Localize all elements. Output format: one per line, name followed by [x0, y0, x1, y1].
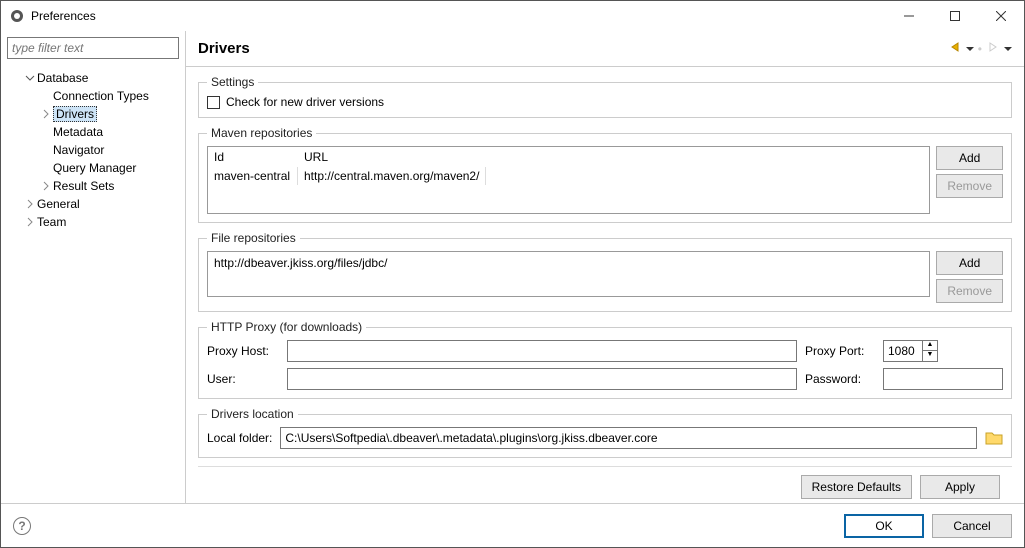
- footer: ? OK Cancel: [1, 503, 1024, 547]
- nav-back-icon[interactable]: [948, 40, 962, 57]
- chevron-right-icon[interactable]: [39, 109, 53, 119]
- chevron-right-icon[interactable]: [23, 199, 37, 209]
- check-new-versions-label: Check for new driver versions: [226, 95, 384, 109]
- proxy-host-input[interactable]: [287, 340, 797, 362]
- preferences-tree: Database Connection Types Drivers Metada…: [1, 65, 185, 235]
- proxy-port-label: Proxy Port:: [805, 344, 875, 358]
- window-title: Preferences: [31, 9, 886, 23]
- sidebar: Database Connection Types Drivers Metada…: [1, 31, 186, 503]
- maven-add-button[interactable]: Add: [936, 146, 1003, 170]
- nav-forward-menu-icon[interactable]: [1004, 42, 1012, 56]
- minimize-button[interactable]: [886, 1, 932, 31]
- close-button[interactable]: [978, 1, 1024, 31]
- maximize-button[interactable]: [932, 1, 978, 31]
- cancel-button[interactable]: Cancel: [932, 514, 1012, 538]
- nav-forward-icon[interactable]: [986, 40, 1000, 57]
- tree-item-result-sets[interactable]: Result Sets: [5, 177, 185, 195]
- files-remove-button[interactable]: Remove: [936, 279, 1003, 303]
- tree-item-query-manager[interactable]: Query Manager: [5, 159, 185, 177]
- tree-item-connection-types[interactable]: Connection Types: [5, 87, 185, 105]
- proxy-password-label: Password:: [805, 372, 875, 386]
- tree-item-drivers[interactable]: Drivers: [5, 105, 185, 123]
- nav-back-menu-icon[interactable]: [966, 42, 974, 56]
- proxy-user-input[interactable]: [287, 368, 797, 390]
- table-row[interactable]: maven-central http://central.maven.org/m…: [208, 167, 929, 185]
- apply-button[interactable]: Apply: [920, 475, 1000, 499]
- ok-button[interactable]: OK: [844, 514, 924, 538]
- files-add-button[interactable]: Add: [936, 251, 1003, 275]
- main-panel: Drivers • Settings Check for new driver …: [186, 31, 1024, 503]
- maven-col-url: URL: [298, 147, 334, 167]
- local-folder-label: Local folder:: [207, 431, 272, 445]
- preferences-window: Preferences Database Connection Types: [0, 0, 1025, 548]
- restore-defaults-button[interactable]: Restore Defaults: [801, 475, 912, 499]
- settings-group: Settings Check for new driver versions: [198, 75, 1012, 118]
- titlebar[interactable]: Preferences: [1, 1, 1024, 31]
- port-down-button[interactable]: ▼: [923, 351, 937, 361]
- tree-item-team[interactable]: Team: [5, 213, 185, 231]
- proxy-group: HTTP Proxy (for downloads) Proxy Host: P…: [198, 320, 1012, 399]
- tree-item-navigator[interactable]: Navigator: [5, 141, 185, 159]
- chevron-right-icon[interactable]: [39, 181, 53, 191]
- port-up-button[interactable]: ▲: [923, 341, 937, 351]
- files-group: File repositories http://dbeaver.jkiss.o…: [198, 231, 1012, 312]
- file-repos-list[interactable]: http://dbeaver.jkiss.org/files/jdbc/: [207, 251, 930, 297]
- maven-table[interactable]: Id URL maven-central http://central.mave…: [207, 146, 930, 214]
- chevron-right-icon[interactable]: [23, 217, 37, 227]
- filter-input[interactable]: [7, 37, 179, 59]
- app-icon: [9, 8, 25, 24]
- maven-col-id: Id: [208, 147, 298, 167]
- location-group: Drivers location Local folder:: [198, 407, 1012, 458]
- proxy-host-label: Proxy Host:: [207, 344, 279, 358]
- proxy-password-input[interactable]: [883, 368, 1003, 390]
- proxy-user-label: User:: [207, 372, 279, 386]
- maven-group: Maven repositories Id URL maven-central …: [198, 126, 1012, 223]
- browse-folder-button[interactable]: [985, 430, 1003, 446]
- list-item[interactable]: http://dbeaver.jkiss.org/files/jdbc/: [214, 256, 923, 270]
- check-new-versions-checkbox[interactable]: [207, 96, 220, 109]
- help-button[interactable]: ?: [13, 517, 31, 535]
- tree-item-metadata[interactable]: Metadata: [5, 123, 185, 141]
- tree-item-general[interactable]: General: [5, 195, 185, 213]
- proxy-port-input[interactable]: [883, 340, 923, 362]
- local-folder-input[interactable]: [280, 427, 977, 449]
- maven-remove-button[interactable]: Remove: [936, 174, 1003, 198]
- page-title: Drivers: [198, 40, 948, 57]
- tree-item-database[interactable]: Database: [5, 69, 185, 87]
- chevron-down-icon[interactable]: [23, 73, 37, 83]
